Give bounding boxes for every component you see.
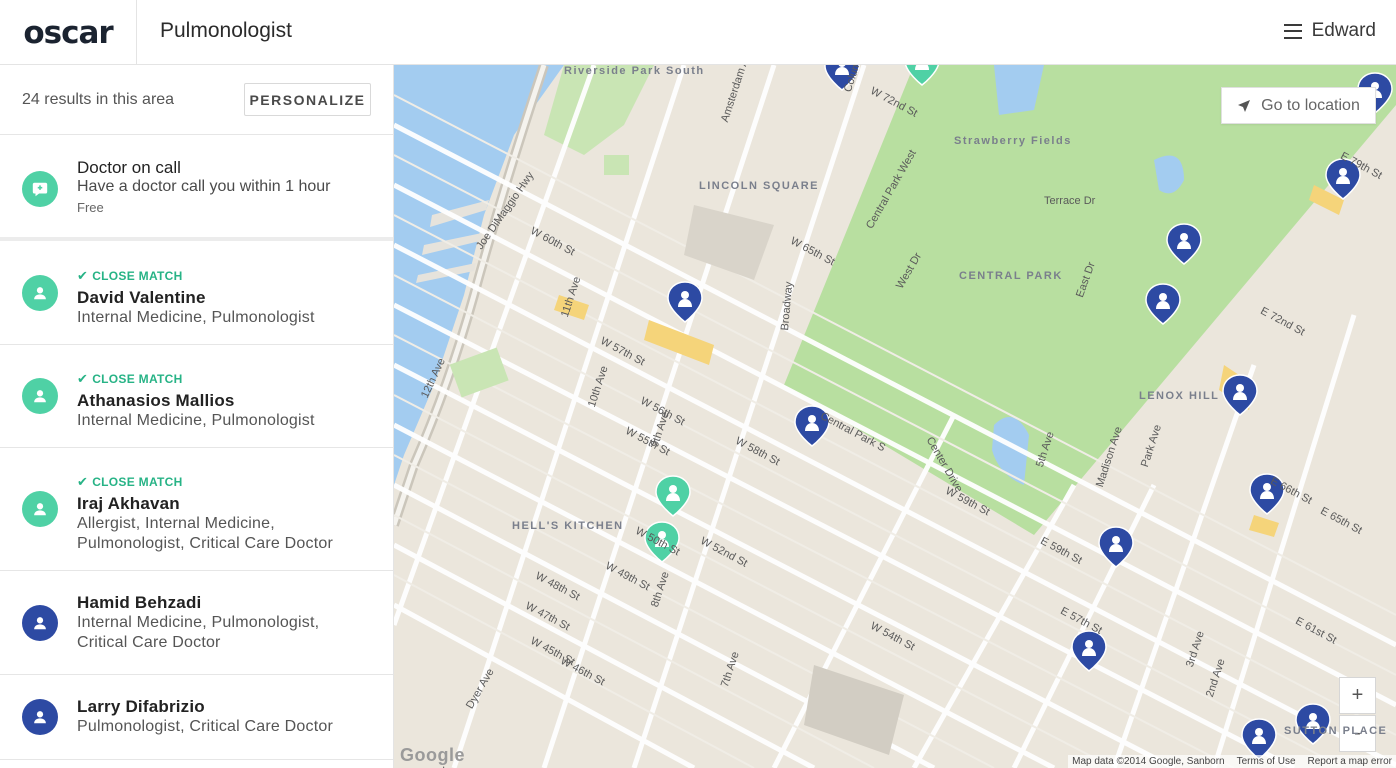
top-header: oscar Pulmonologist Edward: [0, 0, 1396, 65]
results-sidebar: 24 results in this area PERSONALIZE Doct…: [0, 65, 394, 768]
map-area-label: Riverside Park South: [564, 65, 705, 77]
provider-list-item[interactable]: ✔ CLOSE MATCH Athanasios Mallios Internal…: [0, 345, 393, 448]
provider-specialties: Allergist, Internal Medicine, Pulmonolog…: [77, 515, 333, 552]
google-logo: Google: [400, 745, 465, 765]
provider-name: Iraj Akhavan: [77, 494, 180, 513]
provider-name: Athanasios Mallios: [77, 391, 235, 410]
map-street-label: Terrace Dr: [1044, 195, 1096, 207]
map-area-label: SUTTON PLACE: [1284, 725, 1388, 737]
map-view[interactable]: Go to location + - Google Map data ©2014…: [394, 65, 1396, 768]
map-area-label: HELL'S KITCHEN: [512, 520, 624, 532]
doctor-on-call-item[interactable]: Doctor on call Have a doctor call you wi…: [0, 135, 393, 241]
zoom-in-button[interactable]: +: [1339, 677, 1376, 714]
close-match-badge: ✔ CLOSE MATCH: [77, 474, 183, 490]
map-area-label: Strawberry Fields: [954, 135, 1072, 147]
results-bar: 24 results in this area PERSONALIZE: [0, 65, 393, 135]
provider-name: David Valentine: [77, 288, 206, 307]
map-area-label: LENOX HILL: [1139, 390, 1220, 402]
hamburger-menu-icon: [1283, 23, 1302, 39]
provider-list-item[interactable]: ✔ CLOSE MATCH Iraj Akhavan Allergist, Int…: [0, 448, 393, 571]
chat-icon: [22, 171, 58, 207]
match-label: CLOSE MATCH: [92, 269, 183, 283]
go-to-location-label: Go to location: [1261, 96, 1360, 114]
check-icon: ✔: [77, 268, 89, 283]
check-icon: ✔: [77, 474, 89, 489]
provider-name: Hamid Behzadi: [77, 593, 202, 612]
report-error-link[interactable]: Report a map error: [1308, 756, 1392, 767]
user-name: Edward: [1311, 20, 1376, 41]
person-icon: [22, 275, 58, 311]
map-data-credit: Map data ©2014 Google, Sanborn: [1072, 756, 1225, 767]
doctor-on-call-price: Free: [77, 200, 104, 215]
page-title: Pulmonologist: [160, 19, 292, 42]
person-icon: [22, 605, 58, 641]
person-icon: [22, 378, 58, 414]
oscar-logo[interactable]: oscar: [0, 0, 137, 65]
person-icon: [22, 699, 58, 735]
logo-text: oscar: [23, 14, 113, 51]
map-attribution: Map data ©2014 Google, Sanborn Terms of …: [1068, 755, 1396, 768]
personalize-button[interactable]: PERSONALIZE: [244, 83, 371, 116]
provider-name: Larry Difabrizio: [77, 697, 205, 716]
provider-list-item[interactable]: Hamid Behzadi Internal Medicine, Pulmono…: [0, 571, 393, 675]
provider-specialties: Internal Medicine, Pulmonologist: [77, 412, 315, 429]
close-match-badge: ✔ CLOSE MATCH: [77, 268, 183, 284]
map-area-label: CENTRAL PARK: [959, 270, 1063, 282]
check-icon: ✔: [77, 371, 89, 386]
match-label: CLOSE MATCH: [92, 475, 183, 489]
location-arrow-icon: [1238, 99, 1251, 112]
go-to-location-button[interactable]: Go to location: [1221, 87, 1376, 124]
provider-specialties: Pulmonologist, Critical Care Doctor: [77, 718, 333, 735]
close-match-badge: ✔ CLOSE MATCH: [77, 371, 183, 387]
user-menu-button[interactable]: Edward: [1283, 20, 1376, 42]
provider-specialties: Internal Medicine, Pulmonologist, Critic…: [77, 614, 320, 651]
provider-list-item[interactable]: Larry Difabrizio Pulmonologist, Critical…: [0, 675, 393, 760]
doctor-on-call-subtitle: Have a doctor call you within 1 hour: [77, 178, 331, 195]
person-icon: [22, 491, 58, 527]
doctor-on-call-title: Doctor on call: [77, 158, 181, 177]
terms-of-use-link[interactable]: Terms of Use: [1237, 756, 1296, 767]
provider-specialties: Internal Medicine, Pulmonologist: [77, 309, 315, 326]
results-count: 24 results in this area: [22, 91, 175, 108]
match-label: CLOSE MATCH: [92, 372, 183, 386]
map-area-label: LINCOLN SQUARE: [699, 180, 819, 192]
provider-list-item[interactable]: ✔ CLOSE MATCH David Valentine Internal Me…: [0, 241, 393, 345]
